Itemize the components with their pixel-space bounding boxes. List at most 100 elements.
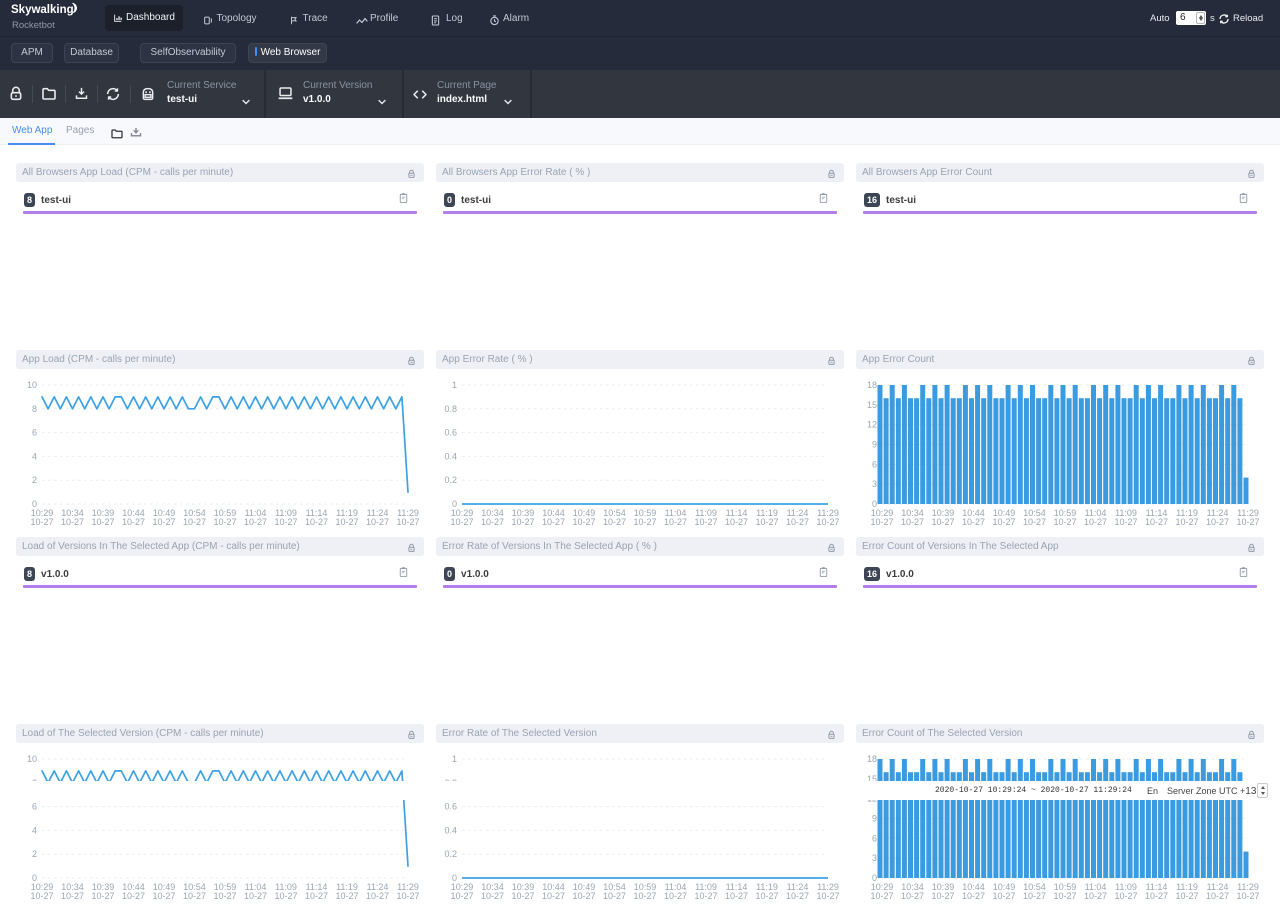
svg-text:0.4: 0.4: [444, 825, 457, 835]
svg-text:10-27: 10-27: [366, 891, 389, 901]
svg-text:10-27: 10-27: [122, 891, 145, 901]
svg-text:10-27: 10-27: [30, 891, 53, 901]
svg-text:10-27: 10-27: [1206, 517, 1229, 527]
svg-text:10-27: 10-27: [992, 517, 1015, 527]
svg-text:10-27: 10-27: [30, 517, 53, 527]
svg-text:10: 10: [27, 754, 37, 764]
svg-text:10-27: 10-27: [61, 891, 84, 901]
svg-text:10-27: 10-27: [694, 891, 717, 901]
svg-text:0.2: 0.2: [444, 849, 457, 859]
svg-text:10-27: 10-27: [962, 517, 985, 527]
svg-text:10-27: 10-27: [786, 517, 809, 527]
svg-text:10-27: 10-27: [755, 517, 778, 527]
svg-text:10-27: 10-27: [603, 517, 626, 527]
svg-text:10-27: 10-27: [511, 891, 534, 901]
svg-text:10-27: 10-27: [725, 517, 748, 527]
svg-text:10-27: 10-27: [335, 891, 358, 901]
svg-text:10-27: 10-27: [152, 891, 175, 901]
svg-text:10-27: 10-27: [1175, 517, 1198, 527]
svg-text:10-27: 10-27: [664, 517, 687, 527]
svg-text:10-27: 10-27: [335, 517, 358, 527]
svg-text:10-27: 10-27: [1053, 891, 1076, 901]
svg-text:10-27: 10-27: [1084, 891, 1107, 901]
svg-text:10-27: 10-27: [931, 891, 954, 901]
svg-text:10-27: 10-27: [481, 891, 504, 901]
svg-text:10-27: 10-27: [1023, 891, 1046, 901]
svg-text:10-27: 10-27: [992, 891, 1015, 901]
svg-text:10-27: 10-27: [816, 517, 839, 527]
svg-text:12: 12: [867, 419, 877, 429]
svg-text:6: 6: [872, 459, 877, 469]
svg-text:10-27: 10-27: [572, 891, 595, 901]
svg-text:10-27: 10-27: [542, 891, 565, 901]
svg-text:10-27: 10-27: [870, 517, 893, 527]
svg-text:10-27: 10-27: [213, 517, 236, 527]
svg-text:10-27: 10-27: [305, 891, 328, 901]
svg-text:10-27: 10-27: [1053, 517, 1076, 527]
svg-text:10-27: 10-27: [962, 891, 985, 901]
svg-text:10-27: 10-27: [1236, 517, 1259, 527]
svg-text:10-27: 10-27: [1236, 891, 1259, 901]
svg-text:10-27: 10-27: [786, 891, 809, 901]
svg-text:6: 6: [32, 801, 37, 811]
svg-text:10-27: 10-27: [396, 891, 419, 901]
svg-text:0.6: 0.6: [444, 801, 457, 811]
svg-text:15: 15: [867, 399, 877, 409]
svg-text:10-27: 10-27: [1114, 891, 1137, 901]
svg-text:18: 18: [867, 754, 877, 764]
svg-text:18: 18: [867, 380, 877, 390]
svg-text:0.2: 0.2: [444, 475, 457, 485]
svg-text:10-27: 10-27: [91, 517, 114, 527]
svg-text:3: 3: [872, 853, 877, 863]
svg-text:10-27: 10-27: [450, 891, 473, 901]
svg-text:10-27: 10-27: [542, 517, 565, 527]
svg-text:10-27: 10-27: [901, 891, 924, 901]
svg-text:6: 6: [872, 833, 877, 843]
svg-text:10-27: 10-27: [481, 517, 504, 527]
svg-text:10-27: 10-27: [274, 891, 297, 901]
svg-text:10-27: 10-27: [603, 891, 626, 901]
svg-text:10-27: 10-27: [1206, 891, 1229, 901]
svg-text:10-27: 10-27: [1145, 891, 1168, 901]
svg-text:10-27: 10-27: [91, 891, 114, 901]
svg-text:10-27: 10-27: [213, 891, 236, 901]
svg-text:9: 9: [872, 439, 877, 449]
svg-text:2: 2: [32, 849, 37, 859]
svg-text:10-27: 10-27: [725, 891, 748, 901]
svg-text:1: 1: [452, 380, 457, 390]
svg-text:1: 1: [452, 754, 457, 764]
svg-text:10-27: 10-27: [61, 517, 84, 527]
svg-text:10-27: 10-27: [816, 891, 839, 901]
svg-text:10-27: 10-27: [633, 891, 656, 901]
svg-text:10-27: 10-27: [396, 517, 419, 527]
svg-text:10-27: 10-27: [183, 517, 206, 527]
svg-text:10-27: 10-27: [694, 517, 717, 527]
svg-text:0.8: 0.8: [444, 403, 457, 413]
svg-text:10: 10: [27, 380, 37, 390]
svg-text:0.6: 0.6: [444, 427, 457, 437]
svg-text:10-27: 10-27: [901, 517, 924, 527]
svg-text:10-27: 10-27: [1175, 891, 1198, 901]
svg-text:8: 8: [32, 403, 37, 413]
svg-text:10-27: 10-27: [122, 517, 145, 527]
svg-text:10-27: 10-27: [152, 517, 175, 527]
svg-text:10-27: 10-27: [755, 891, 778, 901]
svg-text:10-27: 10-27: [274, 517, 297, 527]
svg-text:4: 4: [32, 825, 37, 835]
svg-text:10-27: 10-27: [1145, 517, 1168, 527]
svg-text:10-27: 10-27: [633, 517, 656, 527]
svg-text:10-27: 10-27: [183, 891, 206, 901]
svg-text:10-27: 10-27: [1084, 517, 1107, 527]
svg-text:10-27: 10-27: [450, 517, 473, 527]
svg-text:10-27: 10-27: [366, 517, 389, 527]
svg-text:4: 4: [32, 451, 37, 461]
svg-text:2: 2: [32, 475, 37, 485]
svg-text:10-27: 10-27: [305, 517, 328, 527]
svg-text:6: 6: [32, 427, 37, 437]
svg-text:10-27: 10-27: [244, 517, 267, 527]
svg-text:10-27: 10-27: [1114, 517, 1137, 527]
svg-text:10-27: 10-27: [511, 517, 534, 527]
svg-text:10-27: 10-27: [664, 891, 687, 901]
svg-text:10-27: 10-27: [931, 517, 954, 527]
svg-text:10-27: 10-27: [870, 891, 893, 901]
